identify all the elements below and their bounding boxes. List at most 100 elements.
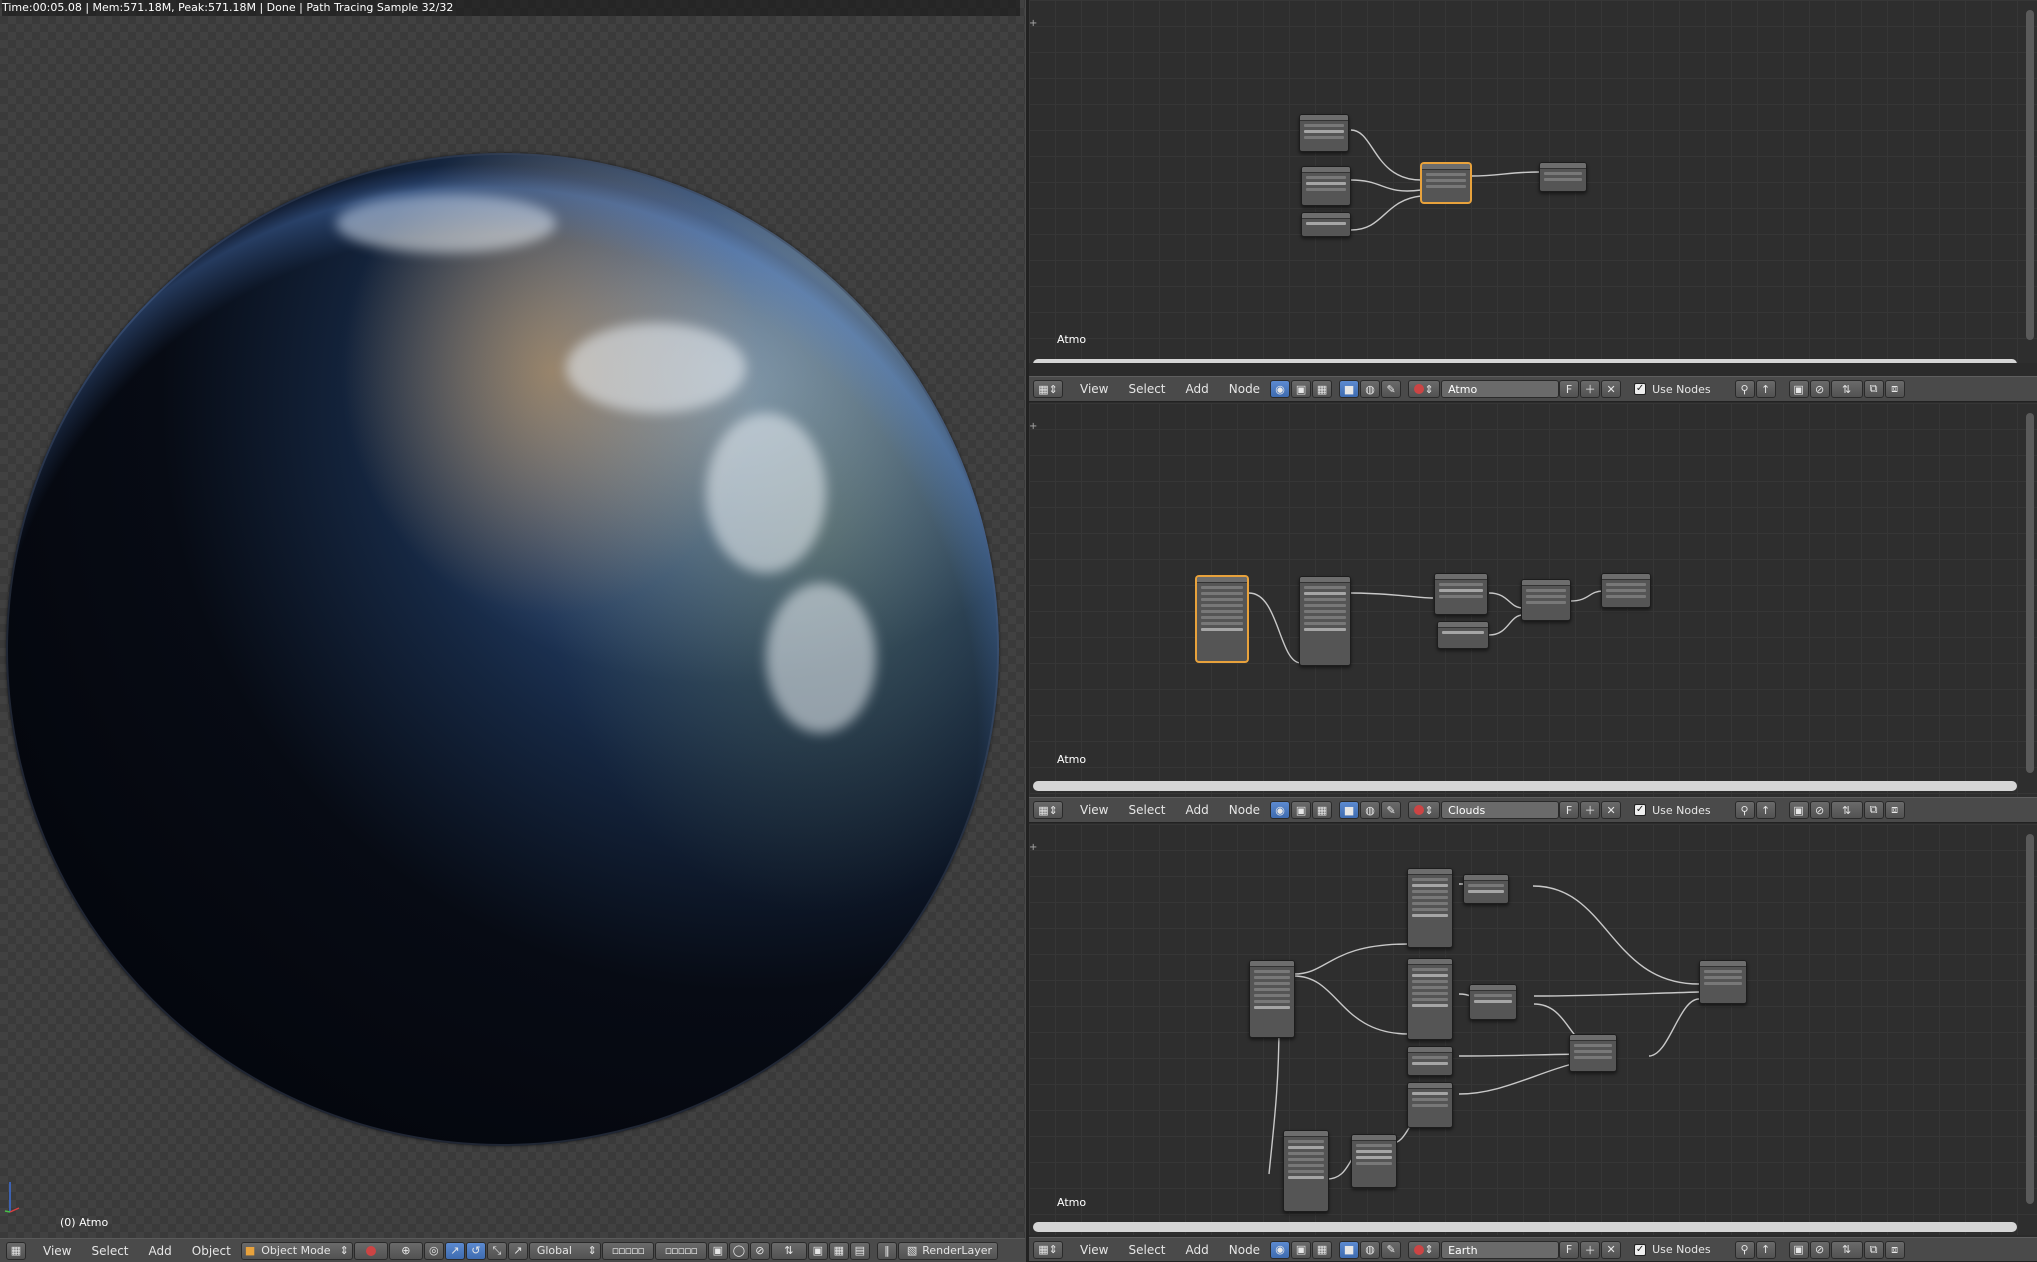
close-icon[interactable]: ✕ bbox=[1601, 801, 1622, 819]
close-icon[interactable]: ✕ bbox=[1601, 380, 1622, 398]
editor-type-icon[interactable]: ▦⇕ bbox=[1033, 380, 1063, 398]
compositing-nodes-icon[interactable]: ▣ bbox=[1291, 380, 1312, 398]
fake-user-button[interactable]: F bbox=[1559, 380, 1580, 398]
menu-add[interactable]: Add bbox=[1176, 378, 1219, 400]
shader-nodes-icon[interactable]: ◉ bbox=[1270, 1240, 1291, 1259]
pin-icon[interactable]: ⚲ bbox=[1734, 1240, 1755, 1259]
manipulator-toggle[interactable]: ◎ bbox=[423, 1241, 444, 1260]
menu-view[interactable]: View bbox=[1070, 378, 1118, 400]
editor-type-icon[interactable]: ▦⇕ bbox=[1033, 801, 1063, 819]
snap-element-dropdown[interactable]: ⇅ bbox=[1830, 380, 1863, 398]
pivot-dropdown[interactable]: ⊕ bbox=[388, 1241, 423, 1260]
editor-type-icon[interactable]: ▦ bbox=[6, 1241, 26, 1260]
use-nodes-checkbox[interactable]: ✓ bbox=[1634, 383, 1647, 395]
shader-nodes-icon[interactable]: ◉ bbox=[1270, 801, 1291, 819]
node-mix-shader[interactable] bbox=[1521, 579, 1571, 621]
snap-icon[interactable]: ⊘ bbox=[1809, 801, 1830, 819]
viewport-shading-dropdown[interactable] bbox=[353, 1241, 388, 1260]
menu-select[interactable]: Select bbox=[1118, 799, 1175, 821]
editor-type-icon[interactable]: ▦⇕ bbox=[1033, 1240, 1063, 1259]
expand-icon[interactable]: + bbox=[1029, 18, 1037, 29]
snap-target-icon[interactable]: ▣ bbox=[807, 1241, 828, 1260]
snap-element-dropdown[interactable]: ⇅ bbox=[1830, 801, 1863, 819]
object-icon[interactable]: ■ bbox=[1339, 380, 1360, 398]
material-name-field[interactable]: Clouds bbox=[1441, 801, 1560, 819]
node-diffuse-bsdf[interactable] bbox=[1469, 984, 1517, 1020]
horizontal-scrollbar[interactable] bbox=[1033, 359, 2017, 363]
parent-node-icon[interactable]: ↑ bbox=[1755, 1240, 1776, 1259]
node-transparent[interactable] bbox=[1301, 212, 1351, 237]
snap-element-dropdown[interactable]: ⇅ bbox=[1830, 1240, 1863, 1259]
copy-nodes-icon[interactable]: ⧉ bbox=[1863, 1240, 1884, 1259]
pause-icon[interactable]: ‖ bbox=[876, 1241, 897, 1260]
menu-node[interactable]: Node bbox=[1219, 378, 1270, 400]
brush-icon[interactable]: ✎ bbox=[1381, 380, 1402, 398]
snap-icon[interactable]: ⊘ bbox=[1809, 380, 1830, 398]
scale-manipulator-button[interactable]: ⤡ bbox=[486, 1241, 507, 1260]
world-icon[interactable]: ◍ bbox=[1360, 801, 1381, 819]
node-layer-weight[interactable] bbox=[1299, 114, 1349, 152]
translate-manipulator-button[interactable]: ↗ bbox=[444, 1241, 465, 1260]
node-mix-shader[interactable] bbox=[1421, 163, 1471, 203]
menu-view[interactable]: View bbox=[1070, 799, 1118, 821]
node-image-texture[interactable] bbox=[1407, 868, 1453, 948]
transform-misc-button[interactable]: ↗ bbox=[507, 1241, 528, 1260]
add-material-icon[interactable]: ＋ bbox=[1580, 801, 1601, 819]
checker-icon[interactable]: ▦ bbox=[1312, 1240, 1333, 1259]
expand-icon[interactable]: + bbox=[1029, 842, 1037, 853]
node-image-texture[interactable] bbox=[1407, 958, 1453, 1040]
node-editor-bottom[interactable]: + Atmo bbox=[1029, 824, 2037, 1235]
menu-object[interactable]: Object bbox=[182, 1240, 241, 1262]
pin-icon[interactable]: ⚲ bbox=[1734, 801, 1755, 819]
menu-add[interactable]: Add bbox=[139, 1240, 182, 1262]
menu-view[interactable]: View bbox=[1070, 1239, 1118, 1261]
mode-dropdown[interactable]: ■ Object Mode ⇕ bbox=[240, 1241, 353, 1260]
use-nodes-checkbox[interactable]: ✓ bbox=[1634, 1243, 1647, 1256]
use-nodes-checkbox[interactable]: ✓ bbox=[1634, 804, 1647, 816]
node-mix-shader[interactable] bbox=[1569, 1034, 1617, 1072]
layer-buttons-a[interactable]: ▫▫▫▫▫ bbox=[601, 1241, 654, 1260]
brush-icon[interactable]: ✎ bbox=[1381, 1240, 1402, 1259]
backdrop-icon[interactable]: ▣ bbox=[1788, 1240, 1809, 1259]
node-emission[interactable] bbox=[1301, 166, 1351, 206]
close-icon[interactable]: ✕ bbox=[1601, 1240, 1622, 1259]
horizontal-scrollbar[interactable] bbox=[1033, 781, 2017, 791]
node-bump[interactable] bbox=[1463, 874, 1509, 904]
layer-buttons-b[interactable]: ▫▫▫▫▫ bbox=[654, 1241, 707, 1260]
fake-user-button[interactable]: F bbox=[1559, 801, 1580, 819]
object-icon[interactable]: ■ bbox=[1339, 1240, 1360, 1259]
orientation-dropdown[interactable]: Global ⇕ bbox=[528, 1241, 601, 1260]
node-math[interactable] bbox=[1407, 1046, 1453, 1076]
lock-layers-icon[interactable]: ▣ bbox=[707, 1241, 728, 1260]
node-image-texture[interactable] bbox=[1283, 1130, 1329, 1212]
menu-select[interactable]: Select bbox=[1118, 1239, 1175, 1261]
vertical-scrollbar[interactable] bbox=[2026, 834, 2034, 1204]
backdrop-icon[interactable]: ▣ bbox=[1788, 801, 1809, 819]
fake-user-button[interactable]: F bbox=[1559, 1240, 1580, 1259]
node-material-output[interactable] bbox=[1539, 162, 1587, 192]
material-browse-dropdown[interactable]: ⇕ bbox=[1408, 801, 1441, 819]
rotate-manipulator-button[interactable]: ↺ bbox=[465, 1241, 486, 1260]
parent-node-icon[interactable]: ↑ bbox=[1755, 801, 1776, 819]
material-name-field[interactable]: Atmo bbox=[1441, 380, 1560, 398]
copy-nodes-icon[interactable]: ⧉ bbox=[1863, 801, 1884, 819]
compositing-nodes-icon[interactable]: ▣ bbox=[1291, 801, 1312, 819]
snap-element-dropdown[interactable]: ⇅ bbox=[770, 1241, 807, 1260]
node-image-texture[interactable] bbox=[1299, 576, 1351, 666]
material-name-field[interactable]: Earth bbox=[1441, 1240, 1560, 1259]
menu-node[interactable]: Node bbox=[1219, 1239, 1270, 1261]
world-icon[interactable]: ◍ bbox=[1360, 1240, 1381, 1259]
menu-view[interactable]: View bbox=[33, 1240, 81, 1262]
add-material-icon[interactable]: ＋ bbox=[1580, 1240, 1601, 1259]
menu-select[interactable]: Select bbox=[1118, 378, 1175, 400]
object-icon[interactable]: ■ bbox=[1339, 801, 1360, 819]
node-color-ramp[interactable] bbox=[1407, 1082, 1453, 1128]
backdrop-icon[interactable]: ▣ bbox=[1788, 380, 1809, 398]
node-editor-top[interactable]: + Atmo bbox=[1029, 0, 2037, 363]
node-texture-coordinate[interactable] bbox=[1249, 960, 1295, 1038]
paste-nodes-icon[interactable]: ⧈ bbox=[1884, 1240, 1905, 1259]
render-layer-dropdown[interactable]: ▧ RenderLayer bbox=[897, 1241, 998, 1260]
opengl-render-icon[interactable]: ▦ bbox=[828, 1241, 849, 1260]
add-material-icon[interactable]: ＋ bbox=[1580, 380, 1601, 398]
node-diffuse-bsdf[interactable] bbox=[1434, 573, 1488, 615]
